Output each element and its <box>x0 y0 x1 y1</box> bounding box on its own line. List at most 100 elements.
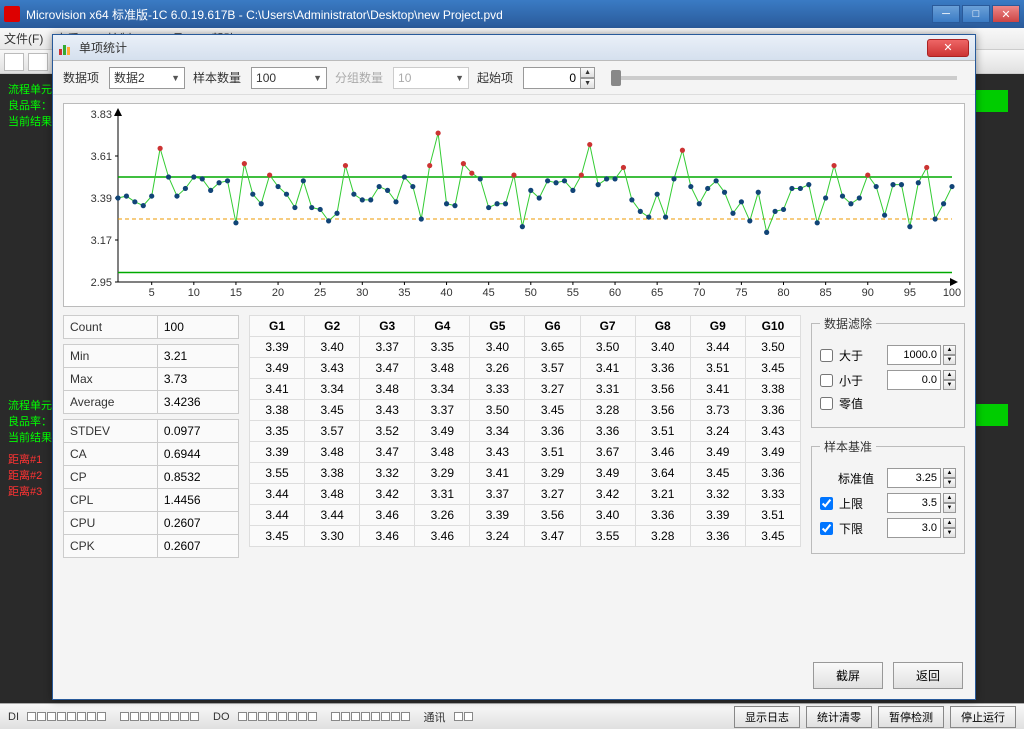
stop-run-button[interactable]: 停止运行 <box>950 706 1016 728</box>
grid-cell: 3.33 <box>470 379 525 400</box>
grid-cell: 3.42 <box>360 484 415 505</box>
cell: CA <box>64 443 158 466</box>
col-header: G8 <box>635 316 690 337</box>
grid-cell: 3.36 <box>525 421 580 442</box>
lt-checkbox[interactable] <box>820 374 833 387</box>
start-item-input[interactable] <box>523 67 581 89</box>
grid-cell: 3.26 <box>470 358 525 379</box>
cell: 3.21 <box>157 345 238 368</box>
single-stat-dialog: 单项统计 ✕ 数据项 数据2▼ 样本数量 100▼ 分组数量 10▼ 起始项 ▲… <box>52 34 976 700</box>
grid-cell: 3.32 <box>360 463 415 484</box>
grid-cell: 3.64 <box>635 463 690 484</box>
group-count-label: 分组数量 <box>335 69 383 86</box>
dialog-close-button[interactable]: ✕ <box>927 39 969 57</box>
spinner-down-icon[interactable]: ▼ <box>943 478 956 488</box>
chart-svg: 2.953.173.393.613.8351015202530354045505… <box>64 104 966 306</box>
range-slider[interactable] <box>611 76 957 80</box>
spinner-up-icon[interactable]: ▲ <box>943 518 956 528</box>
grid-cell: 3.27 <box>525 484 580 505</box>
comm-dots <box>454 712 473 721</box>
dialog-icon <box>59 41 73 55</box>
cell: 0.6944 <box>157 443 238 466</box>
grid-cell: 3.52 <box>360 421 415 442</box>
grid-cell: 3.67 <box>580 442 635 463</box>
clear-stats-button[interactable]: 统计清零 <box>806 706 872 728</box>
svg-text:60: 60 <box>609 287 621 299</box>
do-label: DO <box>213 711 230 723</box>
std-input[interactable] <box>887 468 941 488</box>
do-dots2 <box>331 712 410 721</box>
group-count-combo: 10▼ <box>393 67 469 89</box>
grid-cell: 3.29 <box>525 463 580 484</box>
grid-cell: 3.37 <box>415 400 470 421</box>
svg-text:65: 65 <box>651 287 663 299</box>
spinner-up-icon[interactable]: ▲ <box>580 67 595 78</box>
stats-right: 数据滤除 大于 ▲▼ 小于 ▲▼ 零值 <box>811 315 965 673</box>
spinner-down-icon[interactable]: ▼ <box>943 380 956 390</box>
grid-cell: 3.44 <box>250 505 305 526</box>
grid-cell: 3.49 <box>745 442 800 463</box>
filter-gt-line: 大于 ▲▼ <box>820 345 956 365</box>
gt-input[interactable] <box>887 345 941 365</box>
svg-text:25: 25 <box>314 287 326 299</box>
grid-cell: 3.28 <box>635 526 690 547</box>
col-header: G6 <box>525 316 580 337</box>
sample-count-combo[interactable]: 100▼ <box>251 67 327 89</box>
spinner-up-icon[interactable]: ▲ <box>943 345 956 355</box>
grid-cell: 3.44 <box>250 484 305 505</box>
window-title: Microvision x64 标准版-1C 6.0.19.617B - C:\… <box>26 6 930 23</box>
spinner-up-icon[interactable]: ▲ <box>943 370 956 380</box>
cell: 0.0977 <box>157 420 238 443</box>
spinner-down-icon[interactable]: ▼ <box>943 355 956 365</box>
grid-cell: 3.46 <box>635 442 690 463</box>
controls-row: 数据项 数据2▼ 样本数量 100▼ 分组数量 10▼ 起始项 ▲▼ <box>53 61 975 95</box>
spinner-up-icon[interactable]: ▲ <box>943 493 956 503</box>
spinner-down-icon[interactable]: ▼ <box>943 528 956 538</box>
cell: CPU <box>64 512 158 535</box>
grid-cell: 3.27 <box>525 379 580 400</box>
grid-cell: 3.45 <box>690 463 745 484</box>
cell: Count <box>64 316 158 339</box>
grid-cell: 3.65 <box>525 337 580 358</box>
grid-cell: 3.28 <box>580 400 635 421</box>
grid-cell: 3.21 <box>635 484 690 505</box>
start-item-spinner[interactable]: ▲▼ <box>523 67 595 89</box>
stats-grid: G1G2G3G4G5G6G7G8G9G103.393.403.373.353.4… <box>249 315 801 673</box>
grid-cell: 3.43 <box>470 442 525 463</box>
spinner-down-icon[interactable]: ▼ <box>580 78 595 89</box>
do-dots <box>238 712 317 721</box>
grid-cell: 3.56 <box>635 379 690 400</box>
zero-checkbox[interactable] <box>820 397 833 410</box>
cell: 100 <box>157 316 238 339</box>
cell: Max <box>64 368 158 391</box>
cell: 3.4236 <box>157 391 238 414</box>
stats-basic-table: Count100 Min3.21 Max3.73 Average3.4236 S… <box>63 315 239 558</box>
grid-cell: 3.45 <box>525 400 580 421</box>
grid-cell: 3.34 <box>470 421 525 442</box>
main-close-button[interactable]: ✕ <box>992 5 1020 23</box>
upper-input[interactable] <box>887 493 941 513</box>
slider-thumb[interactable] <box>611 70 621 86</box>
show-log-button[interactable]: 显示日志 <box>734 706 800 728</box>
maximize-button[interactable]: □ <box>962 5 990 23</box>
gt-checkbox[interactable] <box>820 349 833 362</box>
back-button[interactable]: 返回 <box>893 662 963 689</box>
lt-input[interactable] <box>887 370 941 390</box>
lower-input[interactable] <box>887 518 941 538</box>
spinner-up-icon[interactable]: ▲ <box>943 468 956 478</box>
toolbar-btn-1[interactable] <box>4 53 24 71</box>
pause-detect-button[interactable]: 暂停检测 <box>878 706 944 728</box>
menu-file[interactable]: 文件(F) <box>4 30 43 47</box>
stats-row: Count100 Min3.21 Max3.73 Average3.4236 S… <box>53 315 975 673</box>
grid-cell: 3.39 <box>690 505 745 526</box>
screenshot-button[interactable]: 截屏 <box>813 662 883 689</box>
grid-cell: 3.36 <box>635 505 690 526</box>
dialog-title: 单项统计 <box>79 39 927 56</box>
lower-checkbox[interactable] <box>820 522 833 535</box>
upper-checkbox[interactable] <box>820 497 833 510</box>
toolbar-btn-2[interactable] <box>28 53 48 71</box>
lbl: 当前结果 <box>8 114 52 130</box>
spinner-down-icon[interactable]: ▼ <box>943 503 956 513</box>
minimize-button[interactable]: ─ <box>932 5 960 23</box>
data-item-combo[interactable]: 数据2▼ <box>109 67 185 89</box>
